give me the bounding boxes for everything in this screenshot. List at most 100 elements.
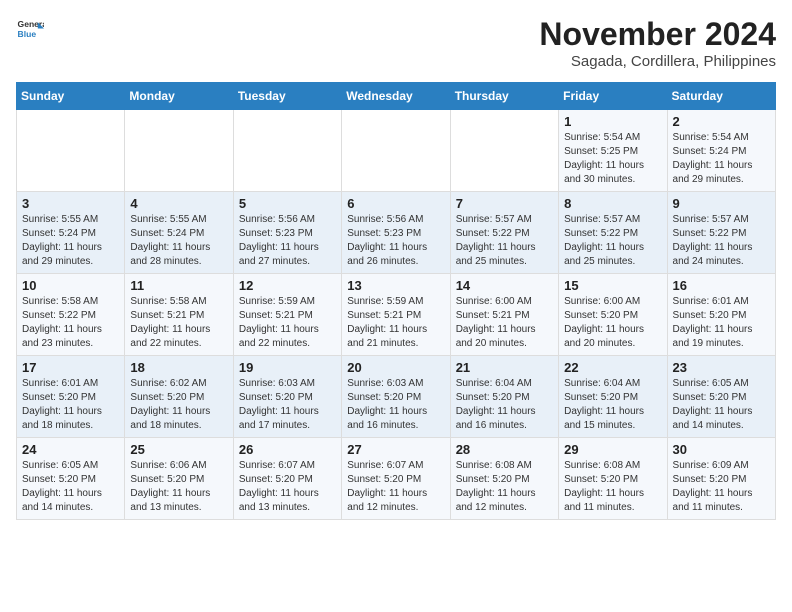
day-info: Sunrise: 5:57 AMSunset: 5:22 PMDaylight:… — [456, 214, 536, 267]
day-info: Sunrise: 6:08 AMSunset: 5:20 PMDaylight:… — [456, 460, 536, 513]
calendar-week-row: 17 Sunrise: 6:01 AMSunset: 5:20 PMDaylig… — [17, 356, 776, 438]
weekday-header: Wednesday — [342, 83, 450, 110]
day-number: 29 — [564, 442, 661, 457]
day-info: Sunrise: 6:09 AMSunset: 5:20 PMDaylight:… — [673, 460, 753, 513]
day-info: Sunrise: 6:00 AMSunset: 5:21 PMDaylight:… — [456, 296, 536, 349]
calendar-cell: 18 Sunrise: 6:02 AMSunset: 5:20 PMDaylig… — [125, 356, 233, 438]
calendar-cell — [125, 110, 233, 192]
day-number: 4 — [130, 196, 227, 211]
weekday-header: Thursday — [450, 83, 558, 110]
day-info: Sunrise: 5:59 AMSunset: 5:21 PMDaylight:… — [347, 296, 427, 349]
day-info: Sunrise: 6:05 AMSunset: 5:20 PMDaylight:… — [673, 378, 753, 431]
calendar-cell — [17, 110, 125, 192]
day-number: 27 — [347, 442, 444, 457]
day-number: 25 — [130, 442, 227, 457]
day-number: 16 — [673, 278, 770, 293]
day-number: 6 — [347, 196, 444, 211]
logo-icon: General Blue — [16, 16, 44, 44]
calendar-cell: 19 Sunrise: 6:03 AMSunset: 5:20 PMDaylig… — [233, 356, 341, 438]
day-number: 21 — [456, 360, 553, 375]
day-info: Sunrise: 6:04 AMSunset: 5:20 PMDaylight:… — [564, 378, 644, 431]
title-block: November 2024 Sagada, Cordillera, Philip… — [539, 16, 776, 70]
day-number: 8 — [564, 196, 661, 211]
day-number: 26 — [239, 442, 336, 457]
weekday-header: Saturday — [667, 83, 775, 110]
month-title: November 2024 — [539, 16, 776, 53]
day-number: 2 — [673, 114, 770, 129]
day-number: 7 — [456, 196, 553, 211]
calendar-cell — [233, 110, 341, 192]
day-info: Sunrise: 5:55 AMSunset: 5:24 PMDaylight:… — [22, 214, 102, 267]
calendar-cell: 6 Sunrise: 5:56 AMSunset: 5:23 PMDayligh… — [342, 192, 450, 274]
calendar-table: SundayMondayTuesdayWednesdayThursdayFrid… — [16, 82, 776, 520]
page-header: General Blue November 2024 Sagada, Cordi… — [16, 16, 776, 70]
calendar-cell: 13 Sunrise: 5:59 AMSunset: 5:21 PMDaylig… — [342, 274, 450, 356]
day-info: Sunrise: 6:06 AMSunset: 5:20 PMDaylight:… — [130, 460, 210, 513]
day-info: Sunrise: 5:54 AMSunset: 5:24 PMDaylight:… — [673, 132, 753, 185]
day-number: 18 — [130, 360, 227, 375]
day-info: Sunrise: 6:01 AMSunset: 5:20 PMDaylight:… — [22, 378, 102, 431]
calendar-cell: 1 Sunrise: 5:54 AMSunset: 5:25 PMDayligh… — [559, 110, 667, 192]
day-number: 1 — [564, 114, 661, 129]
calendar-week-row: 10 Sunrise: 5:58 AMSunset: 5:22 PMDaylig… — [17, 274, 776, 356]
location: Sagada, Cordillera, Philippines — [539, 53, 776, 70]
day-info: Sunrise: 5:54 AMSunset: 5:25 PMDaylight:… — [564, 132, 644, 185]
svg-text:Blue: Blue — [18, 29, 37, 39]
calendar-cell: 16 Sunrise: 6:01 AMSunset: 5:20 PMDaylig… — [667, 274, 775, 356]
calendar-cell: 26 Sunrise: 6:07 AMSunset: 5:20 PMDaylig… — [233, 438, 341, 520]
day-number: 10 — [22, 278, 119, 293]
calendar-cell: 11 Sunrise: 5:58 AMSunset: 5:21 PMDaylig… — [125, 274, 233, 356]
day-number: 9 — [673, 196, 770, 211]
calendar-cell: 17 Sunrise: 6:01 AMSunset: 5:20 PMDaylig… — [17, 356, 125, 438]
calendar-header: SundayMondayTuesdayWednesdayThursdayFrid… — [17, 83, 776, 110]
calendar-cell: 23 Sunrise: 6:05 AMSunset: 5:20 PMDaylig… — [667, 356, 775, 438]
day-info: Sunrise: 5:56 AMSunset: 5:23 PMDaylight:… — [347, 214, 427, 267]
calendar-cell: 3 Sunrise: 5:55 AMSunset: 5:24 PMDayligh… — [17, 192, 125, 274]
day-number: 17 — [22, 360, 119, 375]
day-info: Sunrise: 5:57 AMSunset: 5:22 PMDaylight:… — [564, 214, 644, 267]
day-number: 24 — [22, 442, 119, 457]
calendar-week-row: 1 Sunrise: 5:54 AMSunset: 5:25 PMDayligh… — [17, 110, 776, 192]
day-number: 11 — [130, 278, 227, 293]
day-info: Sunrise: 6:01 AMSunset: 5:20 PMDaylight:… — [673, 296, 753, 349]
day-number: 30 — [673, 442, 770, 457]
day-number: 13 — [347, 278, 444, 293]
day-info: Sunrise: 6:02 AMSunset: 5:20 PMDaylight:… — [130, 378, 210, 431]
calendar-cell: 25 Sunrise: 6:06 AMSunset: 5:20 PMDaylig… — [125, 438, 233, 520]
day-info: Sunrise: 5:57 AMSunset: 5:22 PMDaylight:… — [673, 214, 753, 267]
calendar-week-row: 3 Sunrise: 5:55 AMSunset: 5:24 PMDayligh… — [17, 192, 776, 274]
calendar-cell: 2 Sunrise: 5:54 AMSunset: 5:24 PMDayligh… — [667, 110, 775, 192]
weekday-header: Friday — [559, 83, 667, 110]
day-number: 23 — [673, 360, 770, 375]
day-number: 3 — [22, 196, 119, 211]
day-number: 20 — [347, 360, 444, 375]
day-info: Sunrise: 6:03 AMSunset: 5:20 PMDaylight:… — [347, 378, 427, 431]
calendar-cell: 8 Sunrise: 5:57 AMSunset: 5:22 PMDayligh… — [559, 192, 667, 274]
weekday-header: Tuesday — [233, 83, 341, 110]
calendar-cell: 29 Sunrise: 6:08 AMSunset: 5:20 PMDaylig… — [559, 438, 667, 520]
day-info: Sunrise: 5:55 AMSunset: 5:24 PMDaylight:… — [130, 214, 210, 267]
calendar-cell: 30 Sunrise: 6:09 AMSunset: 5:20 PMDaylig… — [667, 438, 775, 520]
day-number: 19 — [239, 360, 336, 375]
calendar-week-row: 24 Sunrise: 6:05 AMSunset: 5:20 PMDaylig… — [17, 438, 776, 520]
day-info: Sunrise: 6:03 AMSunset: 5:20 PMDaylight:… — [239, 378, 319, 431]
day-info: Sunrise: 6:07 AMSunset: 5:20 PMDaylight:… — [347, 460, 427, 513]
day-number: 5 — [239, 196, 336, 211]
day-info: Sunrise: 6:07 AMSunset: 5:20 PMDaylight:… — [239, 460, 319, 513]
weekday-row: SundayMondayTuesdayWednesdayThursdayFrid… — [17, 83, 776, 110]
calendar-cell: 27 Sunrise: 6:07 AMSunset: 5:20 PMDaylig… — [342, 438, 450, 520]
calendar-cell: 7 Sunrise: 5:57 AMSunset: 5:22 PMDayligh… — [450, 192, 558, 274]
weekday-header: Monday — [125, 83, 233, 110]
day-info: Sunrise: 6:00 AMSunset: 5:20 PMDaylight:… — [564, 296, 644, 349]
calendar-cell: 24 Sunrise: 6:05 AMSunset: 5:20 PMDaylig… — [17, 438, 125, 520]
calendar-cell: 5 Sunrise: 5:56 AMSunset: 5:23 PMDayligh… — [233, 192, 341, 274]
calendar-cell: 15 Sunrise: 6:00 AMSunset: 5:20 PMDaylig… — [559, 274, 667, 356]
calendar-cell: 22 Sunrise: 6:04 AMSunset: 5:20 PMDaylig… — [559, 356, 667, 438]
day-info: Sunrise: 6:05 AMSunset: 5:20 PMDaylight:… — [22, 460, 102, 513]
calendar-cell: 28 Sunrise: 6:08 AMSunset: 5:20 PMDaylig… — [450, 438, 558, 520]
calendar-cell — [450, 110, 558, 192]
logo: General Blue — [16, 16, 44, 44]
day-info: Sunrise: 5:56 AMSunset: 5:23 PMDaylight:… — [239, 214, 319, 267]
calendar-cell: 10 Sunrise: 5:58 AMSunset: 5:22 PMDaylig… — [17, 274, 125, 356]
day-number: 22 — [564, 360, 661, 375]
